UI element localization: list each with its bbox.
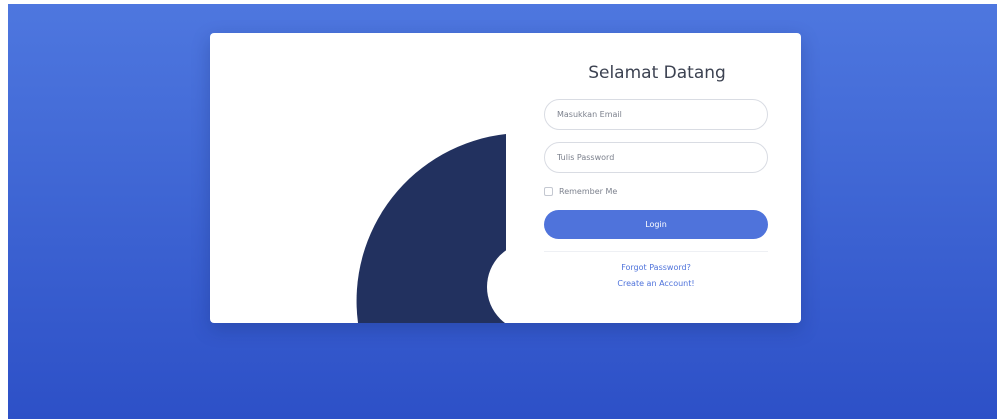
remember-me-option[interactable]: Remember Me [544,185,617,197]
remember-me-checkbox[interactable] [544,186,553,196]
login-button[interactable]: Login [544,210,768,239]
form-divider [544,251,768,252]
navy-arc-shape [356,134,506,323]
create-account-link[interactable]: Create an Account! [544,279,768,288]
welcome-title: Selamat Datang [588,63,726,83]
login-card: Selamat Datang Remember Me Login Forgot … [210,33,801,323]
remember-me-label: Remember Me [559,186,618,196]
forgot-password-link[interactable]: Forgot Password? [544,263,768,272]
login-form: Selamat Datang Remember Me Login Forgot … [544,33,770,323]
password-input[interactable] [544,142,768,173]
email-input[interactable] [544,99,768,130]
